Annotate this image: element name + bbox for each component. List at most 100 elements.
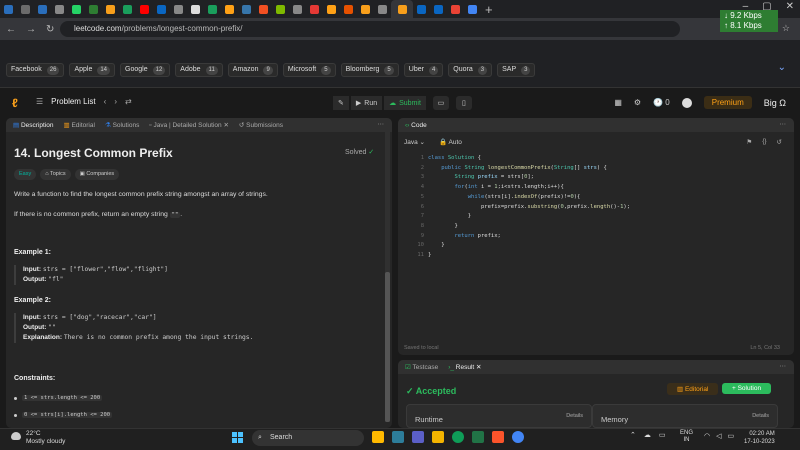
browser-tab[interactable]: [323, 0, 340, 18]
browser-tab[interactable]: [255, 0, 272, 18]
debug-button[interactable]: ✎: [333, 96, 349, 110]
browser-tab[interactable]: [238, 0, 255, 18]
browser-tab[interactable]: [430, 0, 447, 18]
company-chip[interactable]: Apple 14: [69, 63, 116, 77]
more-icon[interactable]: ⋯: [780, 362, 787, 370]
excel-icon[interactable]: [472, 431, 484, 443]
next-problem-icon[interactable]: ›: [114, 97, 117, 106]
problem-list-link[interactable]: Problem List: [51, 97, 95, 106]
store-icon[interactable]: [392, 431, 404, 443]
more-icon[interactable]: ⋯: [378, 120, 385, 128]
url-field[interactable]: leetcode.com/problems/longest-common-pre…: [60, 21, 680, 37]
new-tab-icon[interactable]: +: [485, 2, 493, 17]
shuffle-icon[interactable]: ⇄: [125, 97, 132, 106]
battery-icon[interactable]: ▭: [728, 432, 735, 440]
settings-icon[interactable]: ⚙: [634, 98, 641, 107]
volume-icon[interactable]: ◁: [716, 432, 721, 440]
avatar[interactable]: [681, 97, 692, 108]
code-tab[interactable]: ‹› Code: [405, 122, 427, 129]
runtime-details-link[interactable]: Details: [566, 413, 583, 419]
browser-tab[interactable]: [204, 0, 221, 18]
browser-tab[interactable]: [464, 0, 481, 18]
company-chip[interactable]: Microsoft 5: [282, 63, 336, 77]
tab-editorial[interactable]: ▥ Editorial: [63, 121, 94, 129]
browser-tab[interactable]: [221, 0, 238, 18]
browser-tab[interactable]: [272, 0, 289, 18]
brave-icon[interactable]: [492, 431, 504, 443]
tab-solutions[interactable]: ⚗ Solutions: [105, 121, 139, 129]
browser-tab[interactable]: [51, 0, 68, 18]
editorial-button[interactable]: ▥ Editorial: [667, 383, 719, 395]
wifi-icon[interactable]: ◠: [704, 432, 710, 440]
more-icon[interactable]: ⋯: [780, 120, 787, 128]
tab-testcase[interactable]: ☑ Testcase: [405, 363, 438, 371]
tab-java-solution[interactable]: ▫ Java | Detailed Solution ✕: [149, 121, 229, 129]
display-icon[interactable]: ▭: [659, 431, 666, 439]
browser-tab[interactable]: [357, 0, 374, 18]
taskbar-search[interactable]: ⌕ Search: [252, 430, 364, 446]
auto-complete-toggle[interactable]: 🔒 Auto: [439, 138, 462, 146]
browser-tab[interactable]: [374, 0, 391, 18]
notes-button[interactable]: ▭: [432, 96, 449, 110]
tab-description[interactable]: ▤ Description: [13, 121, 53, 129]
browser-tab[interactable]: [102, 0, 119, 18]
browser-tab[interactable]: [136, 0, 153, 18]
chrome-profile-icon[interactable]: [512, 431, 524, 443]
company-chip[interactable]: Adobe 11: [175, 63, 223, 77]
weather-widget[interactable]: 22°C Mostly cloudy: [10, 430, 65, 446]
browser-tab[interactable]: [289, 0, 306, 18]
windows-start-icon[interactable]: [232, 432, 243, 443]
browser-tab[interactable]: [68, 0, 85, 18]
browser-tab[interactable]: [34, 0, 51, 18]
company-chip[interactable]: Bloomberg 5: [340, 63, 399, 77]
company-chip[interactable]: Facebook 26: [6, 63, 65, 77]
system-clock[interactable]: 02:20 AM 17-10-2023: [744, 430, 775, 446]
topics-tag[interactable]: ⌂ Topics: [40, 169, 71, 180]
scrollbar-thumb[interactable]: [385, 272, 390, 422]
page-button[interactable]: ▯: [455, 96, 472, 110]
browser-tab[interactable]: [391, 0, 413, 18]
streak-counter[interactable]: 🕐 0: [653, 98, 670, 107]
close-icon[interactable]: ✕: [786, 1, 794, 12]
reset-icon[interactable]: ↺: [777, 138, 782, 146]
language-select[interactable]: Java ⌄: [404, 138, 425, 146]
onedrive-icon[interactable]: ☁: [644, 431, 651, 439]
runtime-card[interactable]: Runtime Details: [406, 404, 592, 428]
bookmark-icon[interactable]: ⚑: [746, 138, 752, 146]
format-icon[interactable]: {}: [762, 138, 766, 146]
back-icon[interactable]: ←: [6, 24, 16, 35]
tab-submissions[interactable]: ↺ Submissions: [239, 121, 283, 129]
browser-tab[interactable]: [306, 0, 323, 18]
browser-tab[interactable]: [413, 0, 430, 18]
browser-tab[interactable]: [85, 0, 102, 18]
reload-icon[interactable]: ↻: [46, 24, 54, 35]
code-editor[interactable]: class Solution { public String longestCo…: [428, 154, 630, 261]
forward-icon[interactable]: →: [26, 24, 36, 35]
browser-tab[interactable]: [119, 0, 136, 18]
memory-card[interactable]: Memory Details: [592, 404, 778, 428]
browser-tab[interactable]: [170, 0, 187, 18]
teams-icon[interactable]: [412, 431, 424, 443]
file-explorer-icon[interactable]: [372, 431, 384, 443]
browser-tab[interactable]: [340, 0, 357, 18]
folder-icon[interactable]: [432, 431, 444, 443]
bookmark-star-icon[interactable]: ☆: [782, 23, 790, 34]
layout-icon[interactable]: ▦: [614, 98, 622, 107]
company-chip[interactable]: SAP 3: [497, 63, 536, 77]
companies-tag[interactable]: ▣ Companies: [74, 169, 120, 180]
chevron-down-icon[interactable]: ⌄: [778, 62, 786, 73]
company-chip[interactable]: Amazon 9: [227, 63, 278, 77]
solution-button[interactable]: + Solution: [722, 383, 772, 394]
tab-result[interactable]: ›_ Result ✕: [448, 363, 481, 371]
chevron-up-icon[interactable]: ⌃: [630, 431, 636, 439]
run-button[interactable]: ▶ Run: [350, 96, 383, 110]
browser-tab[interactable]: [447, 0, 464, 18]
browser-tab[interactable]: [187, 0, 204, 18]
leetcode-logo-icon[interactable]: ℓ: [12, 96, 18, 110]
company-chip[interactable]: Google 12: [120, 63, 171, 77]
memory-details-link[interactable]: Details: [752, 413, 769, 419]
prev-problem-icon[interactable]: ‹: [104, 97, 107, 106]
company-chip[interactable]: Uber 4: [403, 63, 444, 77]
language-indicator[interactable]: ENG IN: [680, 430, 693, 444]
company-chip[interactable]: Quora 3: [448, 63, 493, 77]
